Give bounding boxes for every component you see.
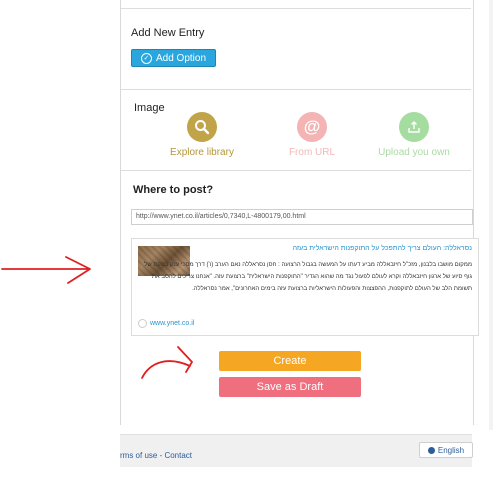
upload-icon [399, 112, 429, 142]
preview-source-link[interactable]: www.ynet.co.il [138, 319, 194, 328]
add-entry-title: Add New Entry [131, 27, 205, 39]
save-draft-button[interactable]: Save as Draft [219, 377, 361, 397]
add-option-label: Add Option [155, 52, 207, 64]
from-url-button[interactable]: @ From URL [262, 112, 362, 158]
explore-library-label: Explore library [170, 147, 234, 158]
upload-button[interactable]: Upload you own [364, 112, 464, 158]
globe-icon [427, 446, 435, 454]
create-button[interactable]: Create [219, 351, 361, 371]
check-icon: ✓ [140, 52, 152, 64]
explore-library-button[interactable]: Explore library [152, 112, 252, 158]
divider [121, 8, 471, 9]
preview-link-label: www.ynet.co.il [150, 320, 195, 327]
link-preview-card: נסראללה: העולם צריך להתפכל על התוקפנות ה… [131, 238, 479, 336]
divider [121, 89, 471, 90]
scrollbar[interactable] [489, 0, 493, 430]
divider [121, 170, 471, 171]
upload-label: Upload you own [378, 147, 450, 158]
where-to-post-title: Where to post? [133, 184, 214, 196]
radio-icon [138, 319, 147, 328]
preview-text: ממקום מושבו בלבנון, מזכ"ל חיזבאללה מביע … [144, 262, 472, 292]
language-selector[interactable]: English [419, 442, 473, 458]
preview-headline[interactable]: נסראללה: העולם צריך להתפכל על התוקפנות ה… [293, 245, 472, 252]
red-arrow-left [1, 256, 91, 284]
at-icon: @ [297, 112, 327, 142]
language-label: English [437, 445, 465, 455]
post-url-input[interactable] [131, 209, 473, 225]
footer-links[interactable]: rms of use - Contact [120, 451, 192, 460]
search-icon [187, 112, 217, 142]
from-url-label: From URL [288, 147, 336, 158]
add-option-button[interactable]: ✓ Add Option [131, 49, 216, 67]
